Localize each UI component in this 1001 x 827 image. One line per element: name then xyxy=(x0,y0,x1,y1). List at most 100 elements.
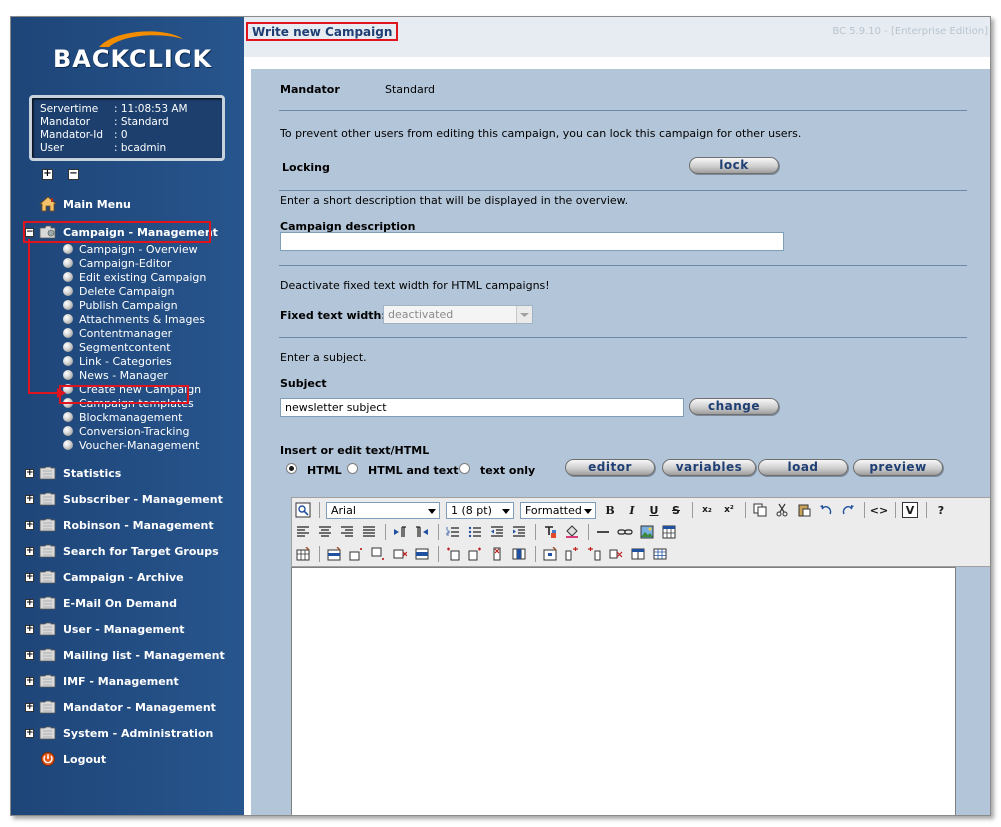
sidebar-section[interactable]: + Campaign - Archive xyxy=(25,568,184,586)
split-row-icon[interactable] xyxy=(414,546,430,562)
sidebar-section[interactable]: + System - Administration xyxy=(25,724,213,742)
split-column-icon[interactable] xyxy=(511,546,527,562)
sidebar-section[interactable]: + Robinson - Management xyxy=(25,516,214,534)
size-select[interactable]: 1 (8 pt) xyxy=(446,501,514,519)
insert-row-after-icon[interactable] xyxy=(370,546,386,562)
nav-logout[interactable]: Logout xyxy=(39,750,106,768)
expand-icon[interactable]: + xyxy=(25,728,34,738)
variables-button[interactable]: variables xyxy=(662,459,756,476)
sidebar-subitem[interactable]: Attachments & Images xyxy=(63,312,205,326)
insert-cell-after-icon[interactable] xyxy=(586,546,602,562)
load-button[interactable]: load xyxy=(758,459,848,476)
table-properties-icon[interactable] xyxy=(295,546,311,562)
change-button[interactable]: change xyxy=(689,398,779,415)
sidebar-subitem[interactable]: Edit existing Campaign xyxy=(63,270,206,284)
ltr-icon[interactable] xyxy=(392,524,408,540)
sidebar-subitem[interactable]: Campaign-Editor xyxy=(63,256,171,270)
sidebar-section[interactable]: + Mailing list - Management xyxy=(25,646,225,664)
format-select[interactable]: Formatted xyxy=(520,501,596,519)
description-input[interactable] xyxy=(280,232,784,251)
expand-all-icon[interactable]: + xyxy=(42,169,53,180)
indent-icon[interactable] xyxy=(511,524,527,540)
radio-text-only[interactable] xyxy=(459,463,470,474)
delete-row-icon[interactable] xyxy=(392,546,408,562)
delete-cell-icon[interactable] xyxy=(608,546,624,562)
editor-button[interactable]: editor xyxy=(565,459,655,476)
expand-icon[interactable]: + xyxy=(25,624,34,634)
numbered-list-icon[interactable] xyxy=(445,524,461,540)
sidebar-subitem[interactable]: Publish Campaign xyxy=(63,298,178,312)
sidebar-subitem[interactable]: Segmentcontent xyxy=(63,340,171,354)
expand-icon[interactable]: + xyxy=(25,520,34,530)
justify-icon[interactable] xyxy=(361,524,377,540)
redo-icon[interactable] xyxy=(840,502,856,518)
sidebar-section[interactable]: + IMF - Management xyxy=(25,672,179,690)
background-color-icon[interactable] xyxy=(564,524,580,540)
lock-button[interactable]: lock xyxy=(689,157,779,174)
cut-icon[interactable] xyxy=(774,502,790,518)
insert-row-before-icon[interactable] xyxy=(348,546,364,562)
text-color-icon[interactable] xyxy=(542,524,558,540)
outdent-icon[interactable] xyxy=(489,524,505,540)
sidebar-section[interactable]: + Mandator - Management xyxy=(25,698,216,716)
copy-icon[interactable] xyxy=(752,502,768,518)
bullet-list-icon[interactable] xyxy=(467,524,483,540)
merge-cells-icon[interactable] xyxy=(652,546,668,562)
html-editor-area[interactable] xyxy=(291,567,956,815)
undo-icon[interactable] xyxy=(818,502,834,518)
image-icon[interactable] xyxy=(639,524,655,540)
sidebar-section[interactable]: + Statistics xyxy=(25,464,121,482)
sidebar-section[interactable]: + Subscriber - Management xyxy=(25,490,223,508)
sidebar-subitem[interactable]: Delete Campaign xyxy=(63,284,175,298)
fixed-width-select[interactable]: deactivated xyxy=(383,305,533,324)
insert-variable-icon[interactable]: V xyxy=(902,502,918,518)
sidebar-subitem[interactable]: Link - Categories xyxy=(63,354,172,368)
underline-icon[interactable]: U xyxy=(646,502,662,518)
horizontal-rule-icon[interactable] xyxy=(595,524,611,540)
sidebar-subitem[interactable]: Voucher-Management xyxy=(63,438,199,452)
expand-icon[interactable]: + xyxy=(25,546,34,556)
help-icon[interactable]: ? xyxy=(933,502,949,518)
cell-properties-icon[interactable] xyxy=(542,546,558,562)
radio-html-and-text[interactable] xyxy=(347,463,358,474)
nav-main-menu[interactable]: Main Menu xyxy=(39,195,131,213)
subscript-icon[interactable]: x₂ xyxy=(699,502,715,518)
strikethrough-icon[interactable]: S xyxy=(668,502,684,518)
sidebar-subitem[interactable]: Blockmanagement xyxy=(63,410,182,424)
rtl-icon[interactable] xyxy=(414,524,430,540)
insert-column-before-icon[interactable] xyxy=(445,546,461,562)
radio-html[interactable] xyxy=(286,463,297,474)
italic-icon[interactable]: I xyxy=(624,502,640,518)
delete-column-icon[interactable] xyxy=(489,546,505,562)
align-right-icon[interactable] xyxy=(339,524,355,540)
bold-icon[interactable]: B xyxy=(602,502,618,518)
preview-button[interactable]: preview xyxy=(853,459,943,476)
expand-icon[interactable]: + xyxy=(25,598,34,608)
split-cell-icon[interactable] xyxy=(630,546,646,562)
expand-icon[interactable]: + xyxy=(25,468,34,478)
source-code-icon[interactable]: <> xyxy=(870,502,888,518)
sidebar-subitem[interactable]: Contentmanager xyxy=(63,326,172,340)
sidebar-section[interactable]: + User - Management xyxy=(25,620,185,638)
table-icon[interactable] xyxy=(661,524,677,540)
align-left-icon[interactable] xyxy=(295,524,311,540)
insert-column-after-icon[interactable] xyxy=(467,546,483,562)
superscript-icon[interactable]: x² xyxy=(721,502,737,518)
font-select[interactable]: Arial xyxy=(326,501,440,519)
sidebar-subitem[interactable]: News - Manager xyxy=(63,368,168,382)
expand-icon[interactable]: + xyxy=(25,676,34,686)
insert-cell-before-icon[interactable] xyxy=(564,546,580,562)
find-icon[interactable] xyxy=(295,502,311,518)
sidebar-section[interactable]: + E-Mail On Demand xyxy=(25,594,177,612)
sidebar-subitem[interactable]: Conversion-Tracking xyxy=(63,424,189,438)
sidebar-subitem[interactable]: Campaign - Overview xyxy=(63,242,198,256)
subject-input[interactable]: newsletter subject xyxy=(280,398,684,417)
paste-icon[interactable] xyxy=(796,502,812,518)
row-properties-icon[interactable] xyxy=(326,546,342,562)
expand-icon[interactable]: + xyxy=(25,702,34,712)
expand-icon[interactable]: + xyxy=(25,572,34,582)
expand-icon[interactable]: + xyxy=(25,494,34,504)
link-icon[interactable] xyxy=(617,524,633,540)
align-center-icon[interactable] xyxy=(317,524,333,540)
collapse-all-icon[interactable]: − xyxy=(68,169,79,180)
